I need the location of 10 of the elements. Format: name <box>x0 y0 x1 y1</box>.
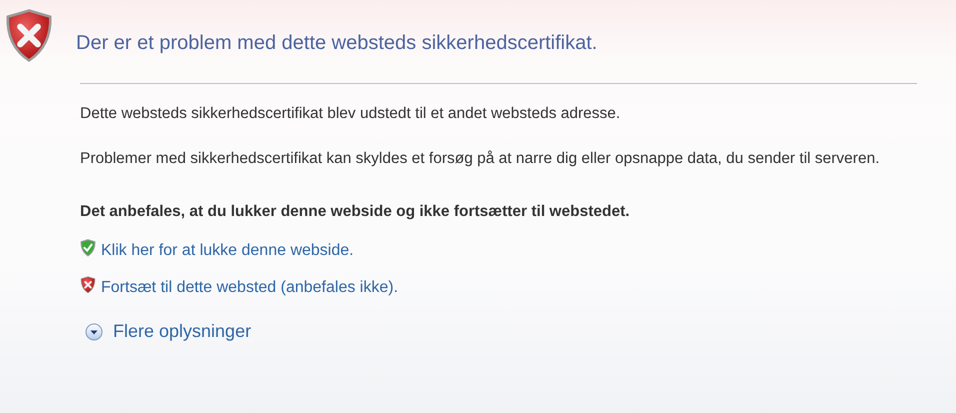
link[interactable]: Fortsæt til dette websted (anbefales ikke). <box>101 279 398 297</box>
paragraph: Problemer med sikkerhedscertifikat kan skyldes et forsøg på at narre dig eller opsnappe data, du sender til serveren. <box>80 149 881 169</box>
shield-x-icon <box>4 8 54 63</box>
more-info-button[interactable]: Flere oplysninger <box>85 321 252 342</box>
paragraph: Dette websteds sikkerhedscertifikat blev udstedt til et andet websteds adresse. <box>80 104 622 124</box>
shield-check-icon <box>80 239 96 257</box>
link[interactable]: Klik her for at lukke denne webside. <box>101 242 354 260</box>
recommendation-text: Det anbefales, at du lukker denne webside og ikke fortsætter til webstedet. <box>80 202 631 222</box>
shield-x-icon <box>80 276 96 294</box>
page-title: Der er et problem med dette websteds sikkerhedscertifikat. <box>76 32 598 55</box>
